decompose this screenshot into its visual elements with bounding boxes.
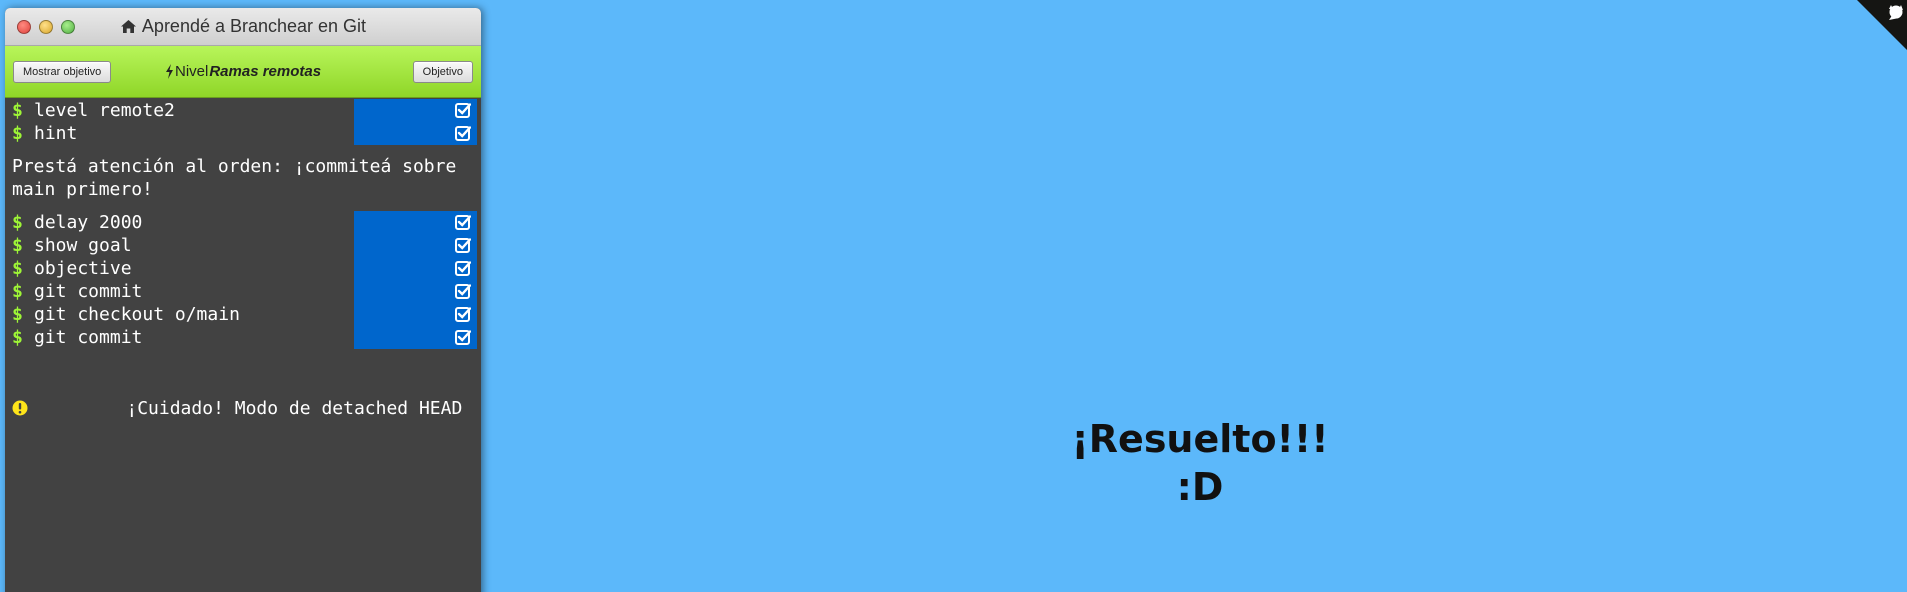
prompt-symbol: $ — [12, 281, 23, 302]
prompt-symbol: $ — [12, 235, 23, 256]
checkbox-checked-icon — [455, 103, 471, 118]
window-controls — [17, 20, 75, 34]
terminal-output: $ level remote2 $ hint Prestá atención al o… — [5, 98, 481, 458]
github-octocat-icon — [1857, 0, 1907, 50]
minimize-button[interactable] — [39, 20, 53, 34]
window-titlebar[interactable]: Aprendé a Branchear en Git — [5, 8, 481, 46]
checkbox-checked-icon — [455, 215, 471, 230]
toolbar: Mostrar objetivo Nivel Ramas remotas Obj… — [5, 46, 481, 98]
command-row: $ hint — [5, 122, 481, 145]
warning-text: ¡Cuidado! Modo de detached HEAD — [126, 397, 463, 419]
command-window: Aprendé a Branchear en Git Mostrar objet… — [5, 8, 481, 592]
github-corner-link[interactable] — [1841, 0, 1907, 66]
checkbox-checked-icon — [455, 261, 471, 276]
prompt-symbol: $ — [12, 212, 23, 233]
level-name: Ramas remotas — [209, 63, 322, 80]
show-goal-button[interactable]: Mostrar objetivo — [13, 60, 112, 83]
warning-message: ¡Cuidado! Modo de detached HEAD — [5, 349, 481, 458]
command-row: $ delay 2000 — [5, 211, 481, 234]
command-row: $ objective — [5, 257, 481, 280]
checkbox-checked-icon — [455, 238, 471, 253]
command-row: $ show goal — [5, 234, 481, 257]
prompt-symbol: $ — [12, 123, 23, 144]
window-title: Aprendé a Branchear en Git — [120, 16, 366, 37]
maximize-button[interactable] — [61, 20, 75, 34]
solved-smiley: :D — [1176, 465, 1224, 509]
command-row: $ git commit — [5, 326, 481, 349]
command-row: $ git checkout o/main — [5, 303, 481, 326]
command-status — [354, 326, 477, 349]
bolt-icon — [165, 64, 174, 79]
checkbox-checked-icon — [455, 284, 471, 299]
objective-button[interactable]: Objetivo — [412, 60, 473, 83]
prompt-symbol: $ — [12, 258, 23, 279]
command-history-b: $ delay 2000 $ show goal $ objective $ git comm… — [5, 211, 481, 349]
window-title-text: Aprendé a Branchear en Git — [141, 16, 367, 36]
command-row: $ git commit — [5, 280, 481, 303]
command-status — [354, 303, 477, 326]
solved-title: ¡Resuelto!!! — [1071, 417, 1329, 461]
app-stage: Aprendé a Branchear en Git Mostrar objet… — [0, 0, 1907, 592]
checkbox-checked-icon — [455, 330, 471, 345]
command-status — [354, 280, 477, 303]
command-status — [354, 122, 477, 145]
warning-icon — [12, 358, 120, 458]
checkbox-checked-icon — [455, 307, 471, 322]
level-indicator[interactable]: Nivel Ramas remotas — [165, 63, 321, 80]
checkbox-checked-icon — [455, 126, 471, 141]
command-status — [354, 234, 477, 257]
level-prefix: Nivel — [175, 63, 209, 80]
command-status — [354, 99, 477, 122]
prompt-symbol: $ — [12, 304, 23, 325]
command-row: $ level remote2 — [5, 99, 481, 122]
prompt-symbol: $ — [12, 100, 23, 121]
home-icon — [120, 19, 137, 34]
close-button[interactable] — [17, 20, 31, 34]
command-history-a: $ level remote2 $ hint — [5, 99, 481, 145]
command-status — [354, 211, 477, 234]
prompt-symbol: $ — [12, 327, 23, 348]
solved-message: ¡Resuelto!!! :D — [1000, 415, 1400, 511]
hint-message: Prestá atención al orden: ¡commiteá sobr… — [12, 156, 468, 200]
command-status — [354, 257, 477, 280]
